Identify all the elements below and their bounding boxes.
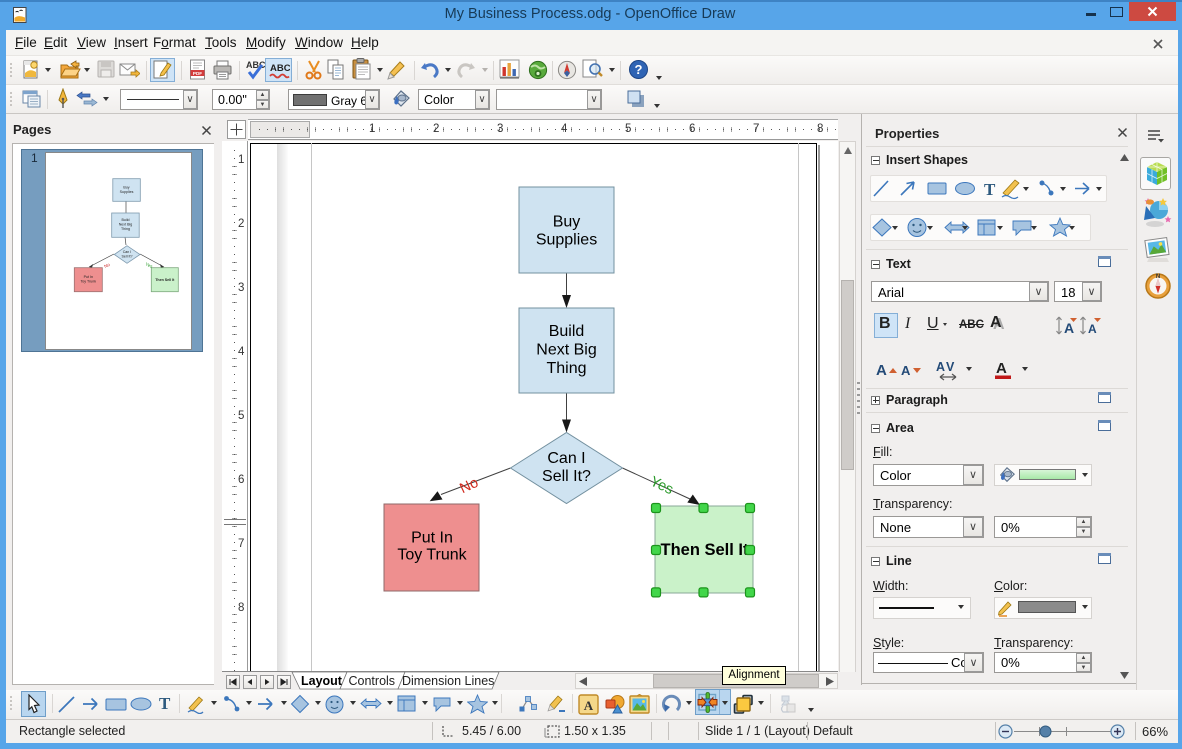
- svg-text:Build: Build: [549, 323, 585, 340]
- svg-text:Can I: Can I: [123, 250, 132, 254]
- svg-text:Thing: Thing: [546, 360, 586, 377]
- svg-text:A: A: [1064, 320, 1074, 336]
- svg-text:Controls: Controls: [349, 674, 396, 688]
- svg-text:Then Sell It: Then Sell It: [660, 541, 749, 559]
- svg-text:Dimension Lines: Dimension Lines: [402, 674, 494, 688]
- svg-text:V: V: [946, 360, 955, 374]
- svg-text:Next Big: Next Big: [119, 223, 133, 227]
- svg-text:ABC: ABC: [270, 63, 290, 74]
- svg-text:A: A: [876, 362, 887, 379]
- svg-text:Thing: Thing: [121, 227, 130, 231]
- svg-text:Sell It?: Sell It?: [542, 468, 591, 485]
- svg-text:A: A: [936, 360, 945, 374]
- svg-text:Buy: Buy: [553, 214, 581, 231]
- svg-text:A: A: [1088, 322, 1097, 336]
- svg-text:Put In: Put In: [84, 275, 93, 279]
- svg-text:?: ?: [635, 62, 643, 77]
- svg-text:No: No: [103, 262, 111, 269]
- svg-text:No: No: [457, 475, 481, 497]
- svg-text:A: A: [996, 360, 1007, 377]
- svg-text:ABC: ABC: [246, 60, 266, 70]
- svg-text:Supplies: Supplies: [120, 190, 134, 194]
- svg-text:Put In: Put In: [411, 530, 453, 547]
- svg-text:Can I: Can I: [547, 450, 585, 467]
- svg-text:Layout: Layout: [301, 674, 343, 688]
- svg-text:N: N: [1156, 274, 1160, 280]
- svg-text:A: A: [584, 698, 594, 713]
- svg-text:Supplies: Supplies: [536, 232, 597, 249]
- svg-text:Sell It?: Sell It?: [122, 255, 133, 259]
- svg-text:Then Sell It: Then Sell It: [155, 278, 175, 282]
- svg-text:Build: Build: [122, 218, 130, 222]
- svg-text:PDF: PDF: [193, 71, 202, 76]
- svg-text:Toy Trunk: Toy Trunk: [81, 280, 97, 284]
- svg-text:Buy: Buy: [123, 186, 129, 190]
- svg-text:A: A: [901, 363, 911, 378]
- svg-text:Next Big: Next Big: [536, 342, 596, 359]
- svg-text:T: T: [984, 180, 996, 199]
- svg-text:Toy Trunk: Toy Trunk: [397, 547, 467, 564]
- svg-text:Yes: Yes: [647, 474, 675, 498]
